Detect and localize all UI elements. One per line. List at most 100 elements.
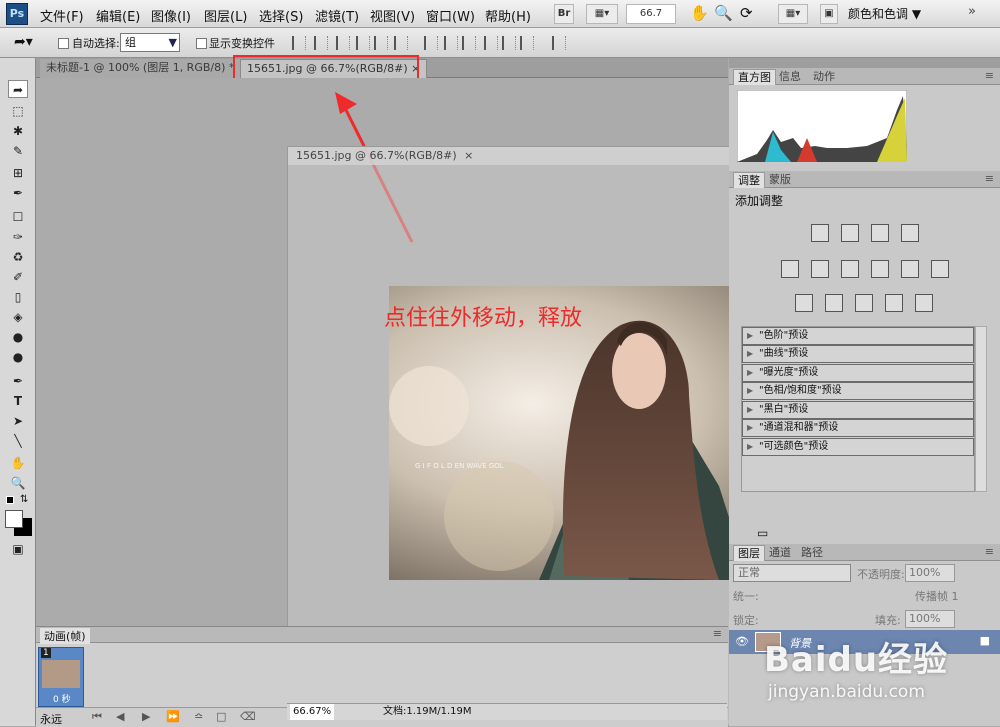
- close-icon[interactable]: ×: [464, 149, 473, 162]
- menu-filter[interactable]: 滤镜(T): [315, 6, 359, 25]
- gradient-map-icon[interactable]: [885, 294, 903, 312]
- hand-icon[interactable]: ✋: [690, 4, 709, 22]
- distribute-right-icon[interactable]: [520, 36, 534, 50]
- auto-align-icon[interactable]: [552, 36, 566, 50]
- color-balance-icon[interactable]: [841, 260, 859, 278]
- rotate-view-icon[interactable]: ⟳: [740, 4, 753, 22]
- preset-hue-saturation[interactable]: "色相/饱和度"预设: [742, 382, 974, 400]
- menu-layer[interactable]: 图层(L): [204, 6, 247, 25]
- duplicate-frame-icon[interactable]: □: [216, 710, 226, 723]
- eraser-tool-icon[interactable]: ▯: [8, 288, 28, 306]
- zoom-icon[interactable]: 🔍: [714, 4, 733, 22]
- align-left-icon[interactable]: [356, 36, 370, 50]
- tween-icon[interactable]: ≏: [194, 710, 203, 723]
- distribute-bottom-icon[interactable]: [462, 36, 476, 50]
- preset-levels[interactable]: "色阶"预设: [742, 327, 974, 345]
- invert-icon[interactable]: [795, 294, 813, 312]
- zoom-tool-icon[interactable]: 🔍: [8, 474, 28, 492]
- quick-select-tool-icon[interactable]: ✎: [8, 142, 28, 160]
- menu-image[interactable]: 图像(I): [151, 6, 191, 25]
- menu-view[interactable]: 视图(V): [370, 6, 415, 25]
- preset-curves[interactable]: "曲线"预设: [742, 345, 974, 363]
- auto-select-dropdown[interactable]: 组 ▼: [120, 33, 180, 52]
- tab-channels[interactable]: 通道: [765, 545, 795, 561]
- panel-menu-icon[interactable]: ≡: [985, 69, 994, 82]
- align-hcenter-icon[interactable]: [374, 36, 388, 50]
- panel-menu-icon[interactable]: ≡: [713, 627, 722, 640]
- panel-menu-icon[interactable]: ≡: [985, 172, 994, 185]
- exposure-icon[interactable]: [901, 224, 919, 242]
- align-vcenter-icon[interactable]: [314, 36, 328, 50]
- auto-select-checkbox[interactable]: [58, 36, 69, 49]
- crop-tool-icon[interactable]: ⊞: [8, 164, 28, 182]
- quick-mask-icon[interactable]: ▣: [8, 540, 28, 558]
- selective-color-icon[interactable]: [915, 294, 933, 312]
- lasso-tool-icon[interactable]: ✱: [8, 122, 28, 140]
- dodge-tool-icon[interactable]: ●: [8, 348, 28, 366]
- history-brush-tool-icon[interactable]: ✐: [8, 268, 28, 286]
- animation-tab-title[interactable]: 动画(帧): [40, 628, 90, 644]
- photo-filter-icon[interactable]: [901, 260, 919, 278]
- align-bottom-icon[interactable]: [336, 36, 350, 50]
- frame-delay[interactable]: 0 秒: [53, 692, 71, 705]
- status-zoom[interactable]: 66.67%: [290, 704, 335, 720]
- type-tool-icon[interactable]: T: [8, 392, 28, 410]
- eyedropper-tool-icon[interactable]: ✒: [8, 184, 28, 202]
- brightness-icon[interactable]: [811, 224, 829, 242]
- distribute-left-icon[interactable]: [484, 36, 498, 50]
- menu-window[interactable]: 窗口(W): [426, 6, 475, 25]
- default-colors-icon[interactable]: [6, 496, 14, 504]
- tab-layers[interactable]: 图层: [733, 545, 765, 561]
- preset-black-white[interactable]: "黑白"预设: [742, 401, 974, 419]
- move-tool-icon[interactable]: ➦: [8, 80, 28, 98]
- workspace-switcher[interactable]: 颜色和色调 ▼: [848, 4, 936, 24]
- healing-brush-tool-icon[interactable]: ☐: [8, 208, 28, 226]
- zoom-level-field[interactable]: 66.7: [626, 4, 676, 24]
- menu-file[interactable]: 文件(F): [40, 6, 84, 25]
- tab-histogram[interactable]: 直方图: [733, 69, 776, 85]
- blend-mode-dropdown[interactable]: 正常: [733, 564, 851, 582]
- arrange-documents-button[interactable]: ▦▾: [778, 4, 808, 24]
- brush-tool-icon[interactable]: ✑: [8, 228, 28, 246]
- tab-masks[interactable]: 蒙版: [765, 172, 795, 188]
- menu-edit[interactable]: 编辑(E): [96, 6, 140, 25]
- bridge-button[interactable]: Br: [554, 4, 574, 24]
- distribute-vcenter-icon[interactable]: [444, 36, 458, 50]
- path-select-tool-icon[interactable]: ➤: [8, 412, 28, 430]
- show-transform-checkbox[interactable]: [196, 36, 207, 49]
- view-extras-button[interactable]: ▦▾: [586, 4, 618, 24]
- hand-tool-icon[interactable]: ✋: [8, 454, 28, 472]
- vibrance-icon[interactable]: [781, 260, 799, 278]
- paint-bucket-tool-icon[interactable]: ◈: [8, 308, 28, 326]
- preset-channel-mixer[interactable]: "通道混和器"预设: [742, 419, 974, 437]
- distribute-hcenter-icon[interactable]: [502, 36, 516, 50]
- first-frame-icon[interactable]: ⏮: [92, 710, 102, 724]
- presets-scrollbar[interactable]: [975, 326, 987, 492]
- tab-adjustments[interactable]: 调整: [733, 172, 765, 188]
- distribute-top-icon[interactable]: [424, 36, 438, 50]
- double-chevron-icon[interactable]: »: [968, 4, 976, 19]
- preset-exposure[interactable]: "曝光度"预设: [742, 364, 974, 382]
- channel-mixer-icon[interactable]: [931, 260, 949, 278]
- tab-paths[interactable]: 路径: [797, 545, 827, 561]
- next-frame-icon[interactable]: ⏩: [166, 710, 180, 723]
- align-top-icon[interactable]: [292, 36, 306, 50]
- move-tool-icon[interactable]: ➦▾: [14, 34, 33, 50]
- screen-mode-button[interactable]: ▣: [820, 4, 838, 24]
- loop-option[interactable]: 永远: [40, 711, 62, 727]
- marquee-tool-icon[interactable]: ⬚: [8, 102, 28, 120]
- posterize-icon[interactable]: [825, 294, 843, 312]
- threshold-icon[interactable]: [855, 294, 873, 312]
- line-tool-icon[interactable]: ╲: [8, 432, 28, 450]
- blur-tool-icon[interactable]: ●: [8, 328, 28, 346]
- new-adjustment-icon[interactable]: ▭: [757, 526, 768, 540]
- play-icon[interactable]: ▶: [142, 710, 150, 723]
- menu-help[interactable]: 帮助(H): [485, 6, 531, 25]
- swap-colors-icon[interactable]: ⇅: [20, 494, 28, 505]
- eye-icon[interactable]: 👁: [735, 635, 749, 648]
- foreground-color-swatch[interactable]: [5, 510, 23, 528]
- tab-actions[interactable]: 动作: [809, 69, 839, 85]
- pen-tool-icon[interactable]: ✒: [8, 372, 28, 390]
- curves-icon[interactable]: [871, 224, 889, 242]
- hue-saturation-icon[interactable]: [811, 260, 829, 278]
